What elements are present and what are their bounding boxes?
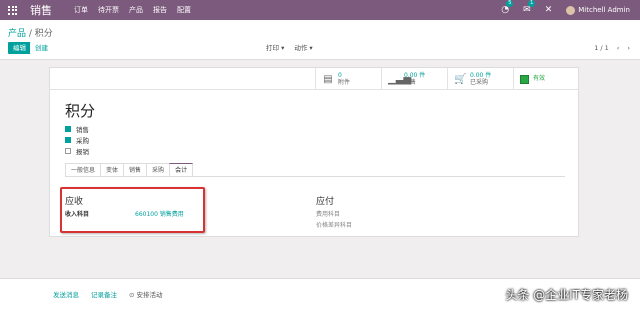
- chatter-actions: 发送消息 记录备注 ⊙ 安排活动: [53, 289, 163, 299]
- debug-tools-icon[interactable]: ✕: [545, 5, 553, 15]
- breadcrumb-current: 积分: [34, 29, 53, 39]
- price-difference-account-label: 价格差异科目: [316, 222, 353, 229]
- checkbox-unchecked-icon[interactable]: [65, 147, 71, 154]
- main-menu: 订单 待开票 产品 报告 配置: [74, 5, 191, 15]
- tab-general-info[interactable]: 一般信息: [65, 163, 102, 176]
- action-toolbar: 打印 ▾ 动作 ▾: [266, 42, 313, 52]
- tab-purchase[interactable]: 采购: [146, 163, 171, 176]
- chat-bubble-icon[interactable]: ✉ 1: [523, 0, 536, 15]
- user-menu[interactable]: Mitchell Admin: [566, 5, 630, 15]
- menu-products[interactable]: 产品: [129, 5, 143, 15]
- menu-reporting[interactable]: 报告: [153, 5, 167, 15]
- attachments-stat-button[interactable]: ▤ 0 附件: [315, 68, 381, 90]
- file-icon: ▤: [323, 73, 333, 85]
- breadcrumb: 产品 / 积分: [8, 26, 53, 39]
- expense-account-label: 费用科目: [316, 211, 341, 218]
- pager-next-button[interactable]: ›: [627, 44, 630, 52]
- option-label: 销售: [76, 125, 89, 134]
- create-button[interactable]: 创建: [30, 42, 53, 54]
- attachments-label: 附件: [338, 78, 351, 86]
- menu-to-invoice[interactable]: 待开票: [98, 5, 119, 15]
- can-be-sold-option[interactable]: 销售: [65, 123, 89, 134]
- watermark: 头条 @企业IT专家老杨: [505, 288, 628, 302]
- chart-icon: ▁▃▅: [388, 73, 412, 85]
- cart-icon: 🛒: [454, 73, 467, 85]
- tab-accounting[interactable]: 会计: [169, 163, 194, 176]
- highlight-annotation-box: [60, 187, 205, 233]
- breadcrumb-parent-link[interactable]: 产品: [8, 29, 26, 39]
- menu-configuration[interactable]: 配置: [177, 5, 191, 15]
- button-box: ▤ 0 附件 ▁▃▅ 0.00 件已售 🛒 0.00 件已采购 有效: [50, 68, 578, 90]
- edit-button[interactable]: 编辑: [8, 42, 31, 54]
- systray: ◔ 5 ✉ 1 ✕ Mitchell Admin: [501, 0, 630, 20]
- tab-variants[interactable]: 变体: [100, 163, 125, 176]
- product-name[interactable]: 积分: [65, 100, 95, 121]
- action-dropdown[interactable]: 动作 ▾: [294, 42, 312, 52]
- active-toggle-button[interactable]: 有效: [513, 68, 578, 90]
- tab-sales[interactable]: 销售: [123, 163, 148, 176]
- can-be-purchased-option[interactable]: 采购: [65, 134, 89, 145]
- product-options: 销售 采购 报销: [65, 123, 89, 156]
- active-label: 有效: [533, 75, 546, 82]
- checkbox-checked-icon[interactable]: [65, 136, 71, 143]
- print-dropdown[interactable]: 打印 ▾: [266, 42, 284, 52]
- can-be-expensed-option[interactable]: 报销: [65, 145, 89, 156]
- log-note-button[interactable]: 记录备注: [91, 289, 117, 299]
- message-count-badge: 1: [528, 0, 536, 7]
- checkbox-checked-icon[interactable]: [65, 125, 71, 132]
- top-navbar: 销售 订单 待开票 产品 报告 配置 ◔ 5 ✉ 1 ✕ Mitchell Admi…: [0, 0, 640, 20]
- option-label: 采购: [76, 136, 89, 145]
- breadcrumb-separator: /: [26, 29, 35, 39]
- payable-heading: 应付: [316, 197, 335, 207]
- sold-value: 0.00 件: [404, 71, 426, 79]
- sold-stat-button[interactable]: ▁▃▅ 0.00 件已售: [381, 68, 447, 90]
- pager: 1 / 1 ‹ ›: [594, 44, 630, 52]
- active-toggle-icon: [520, 74, 529, 84]
- pager-prev-button[interactable]: ‹: [617, 44, 620, 52]
- activity-clock-icon[interactable]: ◔ 5: [501, 0, 514, 15]
- avatar: [566, 5, 576, 15]
- option-label: 报销: [76, 147, 89, 156]
- control-panel: 产品 / 积分 编辑 创建 打印 ▾ 动作 ▾ 1 / 1 ‹ ›: [0, 20, 640, 60]
- send-message-button[interactable]: 发送消息: [53, 289, 79, 299]
- purchased-label: 已采购: [470, 78, 489, 86]
- user-name: Mitchell Admin: [578, 6, 630, 14]
- apps-menu-icon[interactable]: [8, 5, 24, 15]
- tab-divider: [65, 176, 565, 177]
- purchased-stat-button[interactable]: 🛒 0.00 件已采购: [447, 68, 513, 90]
- pager-value[interactable]: 1 / 1: [594, 44, 609, 52]
- sold-label: 已售: [404, 78, 417, 86]
- purchased-value: 0.00 件: [470, 71, 492, 79]
- schedule-activity-button[interactable]: ⊙ 安排活动: [129, 289, 163, 299]
- activity-count-badge: 5: [506, 0, 514, 7]
- menu-orders[interactable]: 订单: [74, 5, 88, 15]
- app-brand[interactable]: 销售: [30, 2, 52, 18]
- notebook-tabs: 一般信息 变体 销售 采购 会计: [65, 163, 194, 176]
